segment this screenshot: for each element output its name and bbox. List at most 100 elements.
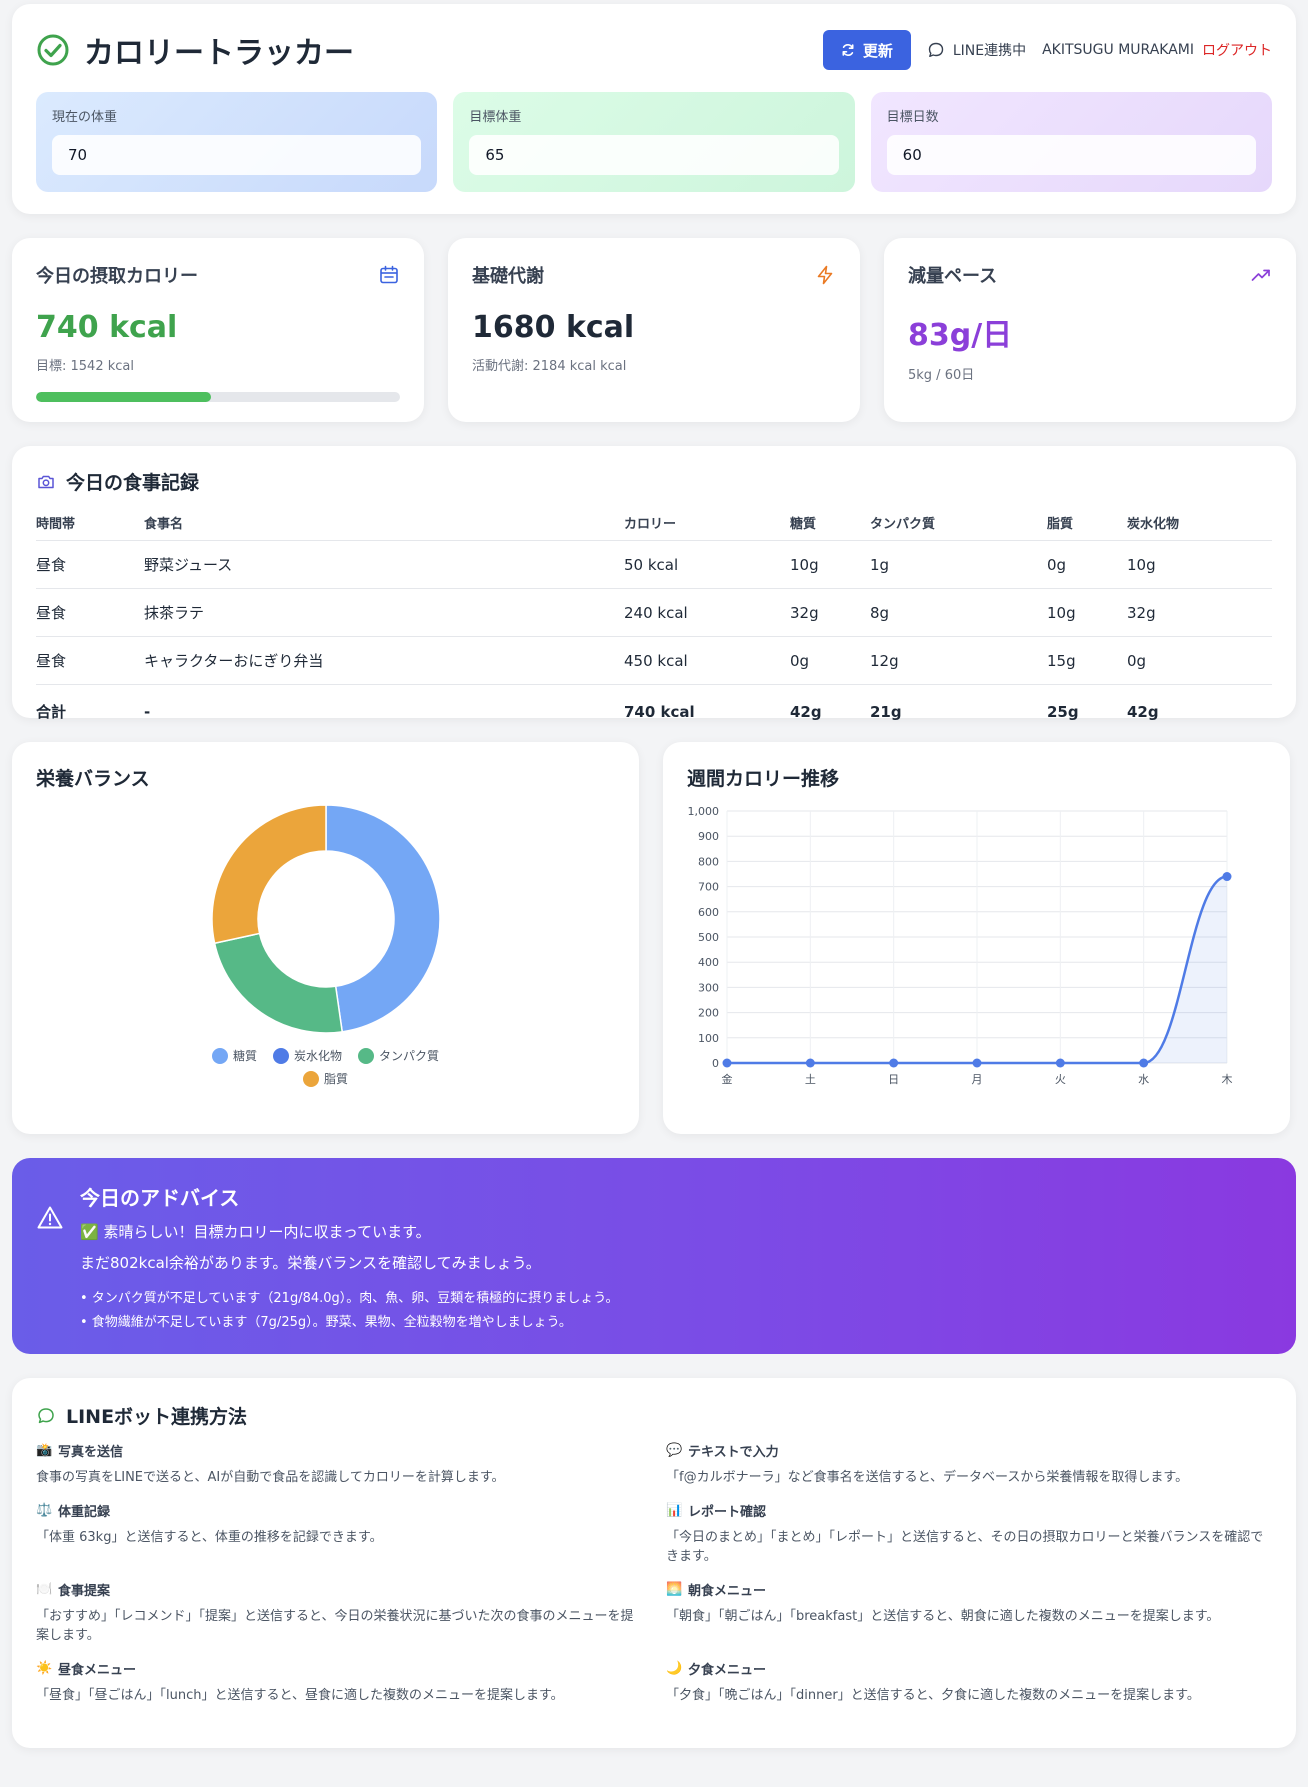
legend-swatch	[302, 1070, 319, 1087]
linebot-title: LINEボット連携方法	[66, 1406, 248, 1428]
advice-item: • 食物繊維が不足しています（7g/25g）。野菜、果物、全粒穀物を増やしましょ…	[80, 1315, 572, 1330]
data-point[interactable]	[1139, 1058, 1149, 1068]
target-weight-input[interactable]	[469, 135, 839, 175]
column-header: 食事名	[144, 507, 624, 541]
meal-log-card: 今日の食事記録 時間帯 食事名 カロリー 糖質 タンパク質 脂質 炭水化物 昼食 野菜ジュース…	[12, 446, 1296, 721]
refresh-button[interactable]: 更新	[822, 30, 911, 70]
linebot-item-desc: 「夕食」「晩ごはん」「dinner」と送信すると、夕食に適した複数のメニューを提…	[666, 1688, 1200, 1703]
target-days-input[interactable]	[886, 135, 1256, 175]
current-weight-box: 現在の体重	[36, 92, 438, 192]
legend-item[interactable]: 糖質	[211, 1047, 257, 1064]
data-point[interactable]	[1222, 872, 1232, 882]
nutrition-balance-card: 栄養バランス 糖質 炭水化物 タンパク質 脂質	[12, 742, 639, 1134]
y-tick-label: 100	[698, 1032, 719, 1045]
legend-item[interactable]: タンパク質	[358, 1047, 439, 1064]
pace-title: 減量ペース	[908, 266, 998, 287]
weekly-calorie-card: 週間カロリー推移 0 100 200 300 400 500 600 700 800 900 1,0…	[663, 742, 1290, 1134]
header-card: カロリートラッカー 更新 LINE連携中 AKITSUGU MURAKAMI ロ…	[12, 4, 1296, 214]
logout-link[interactable]: ログアウト	[1202, 40, 1272, 60]
linebot-item-title: 朝食メニュー	[688, 1584, 767, 1599]
trending-up-icon	[1251, 269, 1270, 281]
linebot-item: 🌅 朝食メニュー 「朝食」「朝ごはん」「breakfast」と送信すると、朝食に適し…	[666, 1580, 1272, 1645]
linebot-item-title: 体重記録	[58, 1505, 111, 1520]
table-cell: 1g	[870, 540, 1047, 589]
data-point[interactable]	[805, 1058, 815, 1068]
linebot-instructions: 📸 写真を送信 食事の写真をLINEで送ると、AIが自動で食品を認識してカロリーを計…	[36, 1441, 1272, 1719]
x-tick-label: 木	[1222, 1073, 1233, 1086]
data-point[interactable]	[889, 1058, 899, 1068]
linebot-item-desc: 「おすすめ」「レコメンド」「提案」と送信すると、今日の栄養状況に基づいた次の食事…	[36, 1609, 634, 1643]
x-tick-label: 月	[972, 1073, 983, 1086]
line-status-label: LINE連携中	[952, 43, 1027, 59]
legend-item[interactable]: 炭水化物	[272, 1047, 342, 1064]
linebot-item-title: 写真を送信	[58, 1445, 124, 1460]
legend-item[interactable]: 脂質	[302, 1070, 348, 1087]
bmr-value: 1680 kcal	[472, 310, 635, 345]
pace-card: 減量ペース 83g/日 5kg / 60日	[884, 238, 1296, 422]
advice-message: ✅ 素晴らしい！目標カロリー内に収まっています。	[80, 1223, 431, 1241]
column-header: タンパク質	[870, 507, 1047, 541]
column-header: 糖質	[790, 507, 870, 541]
legend-swatch	[358, 1047, 374, 1064]
linebot-item-head: 📊 レポート確認	[666, 1501, 1272, 1520]
table-cell: 昼食	[36, 636, 144, 685]
table-cell: 450 kcal	[624, 636, 790, 685]
table-cell: 10g	[1047, 588, 1127, 637]
intake-progress-bar	[36, 392, 400, 402]
advice-item: • タンパク質が不足しています（21g/84.0g）。肉、魚、卵、豆類を積極的に…	[80, 1291, 619, 1306]
y-tick-label: 300	[698, 981, 719, 994]
table-cell: 12g	[870, 636, 1047, 685]
linebot-item-icon: ☀️	[36, 1661, 53, 1676]
linebot-item-head: 💬 テキストで入力	[666, 1441, 1272, 1460]
table-cell: キャラクターおにぎり弁当	[144, 636, 624, 685]
pace-detail: 5kg / 60日	[908, 368, 975, 383]
linebot-item-title: 食事提案	[58, 1584, 111, 1599]
weekly-calorie-line-chart: 0 100 200 300 400 500 600 700 800 900 1,000 金 土 日 月 火 水 木	[688, 805, 1233, 1086]
linebot-item-desc: 「今日のまとめ」「まとめ」「レポート」と送信すると、その日の摂取カロリーと栄養バ…	[666, 1530, 1264, 1564]
donut-slice	[210, 804, 327, 945]
advice-card: 今日のアドバイス ✅ 素晴らしい！目標カロリー内に収まっています。 まだ802k…	[12, 1158, 1296, 1354]
target-weight-box: 目標体重	[453, 92, 855, 192]
advice-title: 今日のアドバイス	[80, 1186, 240, 1210]
nutrition-legend: 糖質 炭水化物 タンパク質脂質	[196, 1047, 456, 1087]
legend-label: タンパク質	[379, 1049, 440, 1063]
data-point[interactable]	[972, 1058, 982, 1068]
linebot-item-title: テキストで入力	[688, 1445, 779, 1460]
goal-inputs: 現在の体重 目標体重 目標日数	[36, 92, 1272, 192]
total-cell: 740 kcal	[624, 702, 695, 721]
camera-icon	[38, 475, 54, 488]
target-weight-label: 目標体重	[469, 110, 522, 125]
total-row: 合計 - 740 kcal 42g 21g 25g 42g	[36, 685, 1272, 736]
linebot-item-icon: 💬	[666, 1443, 683, 1458]
meal-table-header: 時間帯 食事名 カロリー 糖質 タンパク質 脂質 炭水化物	[36, 507, 1272, 541]
linebot-item: 🌙 夕食メニュー 「夕食」「晩ごはん」「dinner」と送信すると、夕食に適した複数…	[666, 1659, 1272, 1705]
data-point[interactable]	[722, 1058, 732, 1068]
linebot-item: 💬 テキストで入力 「f@カルボナーラ」など食事名を送信すると、データベースから栄養…	[666, 1441, 1272, 1487]
x-tick-label: 日	[888, 1073, 899, 1086]
legend-swatch	[211, 1047, 228, 1064]
charts-row: 栄養バランス 糖質 炭水化物 タンパク質 脂質 週間カロリー推移 0 100 200 300…	[12, 742, 1296, 1134]
linebot-item: 📊 レポート確認「今日のまとめ」「まとめ」「レポート」と送信すると、その日の摂取カ…	[666, 1501, 1272, 1566]
current-weight-input[interactable]	[52, 135, 422, 175]
table-cell: 15g	[1047, 636, 1127, 685]
warning-icon	[37, 1206, 63, 1229]
linebot-item-icon: 📊	[666, 1503, 683, 1518]
column-header: 炭水化物	[1127, 507, 1272, 541]
linebot-item: ☀️ 昼食メニュー 「昼食」「昼ごはん」「lunch」と送信すると、昼食に適した複数…	[36, 1659, 642, 1705]
y-tick-label: 400	[698, 956, 719, 969]
table-row: 昼食 抹茶ラテ 240 kcal 32g 8g 10g 32g	[36, 588, 1272, 637]
linebot-item-head: ☀️ 昼食メニュー	[36, 1659, 642, 1678]
table-cell: 10g	[1127, 540, 1272, 589]
data-point[interactable]	[1055, 1058, 1065, 1068]
intake-title: 今日の摂取カロリー	[36, 266, 198, 287]
intake-value: 740 kcal	[36, 310, 178, 345]
linebot-item-icon: 🍽️	[36, 1582, 53, 1597]
legend-label: 脂質	[323, 1072, 348, 1086]
intake-target: 目標: 1542 kcal	[36, 359, 134, 374]
table-row: 昼食 野菜ジュース 50 kcal 10g 1g 0g 10g	[36, 540, 1272, 589]
advice-remaining: まだ802kcal余裕があります。栄養バランスを確認してみましょう。	[80, 1254, 541, 1272]
y-tick-label: 500	[698, 931, 719, 944]
y-tick-label: 0	[712, 1057, 719, 1070]
target-days-label: 目標日数	[886, 110, 939, 125]
table-cell: 240 kcal	[624, 588, 790, 637]
